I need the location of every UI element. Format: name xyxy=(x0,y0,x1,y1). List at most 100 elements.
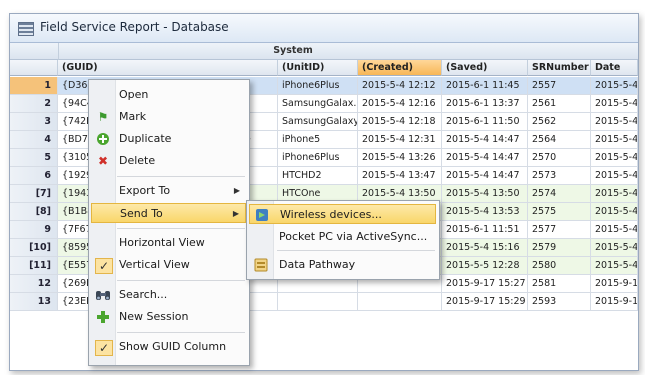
database-icon xyxy=(18,22,34,36)
cell-sr: 2561 xyxy=(528,95,591,113)
cell-saved: 2015-9-17 15:27 xyxy=(442,275,528,293)
cell-saved: 2015-5-4 13:53 xyxy=(442,203,528,221)
row-number[interactable]: 13 xyxy=(10,293,58,311)
wireless-device-icon xyxy=(255,208,269,222)
row-number[interactable]: 6 xyxy=(10,167,58,185)
menu-item-label: Delete xyxy=(119,154,156,167)
cell-saved: 2015-5-4 15:16 xyxy=(442,239,528,257)
menu-item-duplicate[interactable]: Duplicate xyxy=(91,129,246,149)
title-bar: Field Service Report - Database xyxy=(10,14,638,43)
submenu-item-data-pathway[interactable]: Data Pathway xyxy=(249,255,436,275)
submenu-arrow-icon: ▶ xyxy=(233,186,240,195)
cell-saved: 2015-6-1 13:37 xyxy=(442,95,528,113)
cell-date: 2015-5-4 xyxy=(591,77,638,95)
cell-date: 2015-9-17 xyxy=(591,293,638,311)
cell-date: 2015-5-4 xyxy=(591,167,638,185)
column-header-unitid[interactable]: (UnitID) xyxy=(278,60,358,76)
menu-item-label: Vertical View xyxy=(119,258,190,271)
row-number[interactable]: 3 xyxy=(10,113,58,131)
cell-unit: iPhone6Plus xyxy=(278,77,358,95)
cell-date: 2015-5-4 xyxy=(591,185,638,203)
cell-created: 2015-5-4 13:47 xyxy=(358,167,442,185)
column-header-date[interactable]: Date xyxy=(591,60,638,76)
menu-separator xyxy=(117,280,245,281)
menu-item-label: Export To xyxy=(119,184,171,197)
row-number[interactable]: 2 xyxy=(10,95,58,113)
data-pathway-icon xyxy=(254,258,268,272)
menu-item-send-to[interactable]: Send To ▶ xyxy=(91,203,246,223)
menu-item-horizontal-view[interactable]: Horizontal View xyxy=(91,233,246,253)
row-number[interactable]: 1 xyxy=(10,77,58,95)
binoculars-icon xyxy=(95,288,111,302)
cell-unit: HTCHD2 xyxy=(278,167,358,185)
row-number[interactable]: 4 xyxy=(10,131,58,149)
row-number[interactable]: [11] xyxy=(10,257,58,275)
menu-item-search[interactable]: Search... xyxy=(91,285,246,305)
row-number[interactable]: 9 xyxy=(10,221,58,239)
column-header-guid[interactable]: (GUID) xyxy=(58,60,278,76)
menu-item-label: New Session xyxy=(119,310,189,323)
cell-sr: 2562 xyxy=(528,113,591,131)
cell-date: 2015-5-4 xyxy=(591,149,638,167)
row-number[interactable]: [8] xyxy=(10,203,58,221)
row-number[interactable]: [10] xyxy=(10,239,58,257)
menu-item-delete[interactable]: ✖ Delete xyxy=(91,151,246,171)
row-number[interactable]: 5 xyxy=(10,149,58,167)
menu-item-label: Show GUID Column xyxy=(119,340,227,353)
submenu-item-wireless-devices[interactable]: Wireless devices... xyxy=(249,204,436,224)
menu-item-label: Open xyxy=(119,88,149,101)
menu-item-label: Search... xyxy=(119,288,168,301)
submenu-item-label: Pocket PC via ActiveSync... xyxy=(279,230,428,243)
menu-item-vertical-view[interactable]: ✓ Vertical View xyxy=(91,255,246,275)
cell-sr: 2575 xyxy=(528,203,591,221)
cell-sr: 2593 xyxy=(528,293,591,311)
plus-icon xyxy=(95,310,111,324)
cell-sr: 2577 xyxy=(528,221,591,239)
menu-item-export-to[interactable]: Export To ▶ xyxy=(91,181,246,201)
column-header-created[interactable]: (Created) xyxy=(358,60,442,76)
duplicate-icon xyxy=(95,132,111,146)
band-header-corner xyxy=(10,43,59,60)
menu-item-open[interactable]: Open xyxy=(91,85,246,105)
menu-separator xyxy=(117,228,245,229)
submenu-separator xyxy=(277,250,435,251)
cell-date: 2015-9-17 xyxy=(591,275,638,293)
submenu-item-pocket-pc[interactable]: Pocket PC via ActiveSync... xyxy=(249,227,436,247)
cell-sr: 2564 xyxy=(528,131,591,149)
column-header-saved[interactable]: (Saved) xyxy=(442,60,528,76)
menu-item-new-session[interactable]: New Session xyxy=(91,307,246,327)
menu-item-show-guid-column[interactable]: ✓ Show GUID Column xyxy=(91,337,246,357)
cell-saved: 2015-6-1 11:51 xyxy=(442,221,528,239)
menu-item-label: Mark xyxy=(119,110,147,123)
cell-date: 2015-5-4 xyxy=(591,113,638,131)
cell-unit: SamsungGalax... xyxy=(278,95,358,113)
band-header-system: System xyxy=(58,43,529,60)
checkmark-icon: ✓ xyxy=(95,258,113,274)
cell-saved: 2015-5-4 13:50 xyxy=(442,185,528,203)
cell-saved: 2015-6-1 11:50 xyxy=(442,113,528,131)
cell-date: 2015-5-4 xyxy=(591,203,638,221)
cell-created: 2015-5-4 12:12 xyxy=(358,77,442,95)
cell-sr: 2574 xyxy=(528,185,591,203)
cell-sr: 2557 xyxy=(528,77,591,95)
window-title: Field Service Report - Database xyxy=(40,20,229,34)
cell-created: 2015-5-4 12:18 xyxy=(358,113,442,131)
cell-unit: iPhone5 xyxy=(278,131,358,149)
cell-sr: 2579 xyxy=(528,239,591,257)
menu-separator xyxy=(117,176,245,177)
cell-date: 2015-5-4 xyxy=(591,131,638,149)
band-header-empty xyxy=(528,43,638,60)
cell-sr: 2570 xyxy=(528,149,591,167)
delete-icon: ✖ xyxy=(97,154,109,168)
pin-icon: ⚑ xyxy=(97,110,109,124)
column-header-srnumber[interactable]: SRNumber xyxy=(528,60,591,76)
context-menu: Open ⚑ Mark Duplicate ✖ Delete Export To ▶ … xyxy=(88,79,250,366)
cell-date: 2015-5-4 xyxy=(591,95,638,113)
cell-unit: iPhone6Plus xyxy=(278,149,358,167)
cell-saved: 2015-5-4 14:47 xyxy=(442,167,528,185)
cell-unit: SamsungGalaxy6 xyxy=(278,113,358,131)
menu-item-mark[interactable]: ⚑ Mark xyxy=(91,107,246,127)
row-number[interactable]: 12 xyxy=(10,275,58,293)
cell-saved: 2015-5-4 14:47 xyxy=(442,149,528,167)
row-number[interactable]: [7] xyxy=(10,185,58,203)
